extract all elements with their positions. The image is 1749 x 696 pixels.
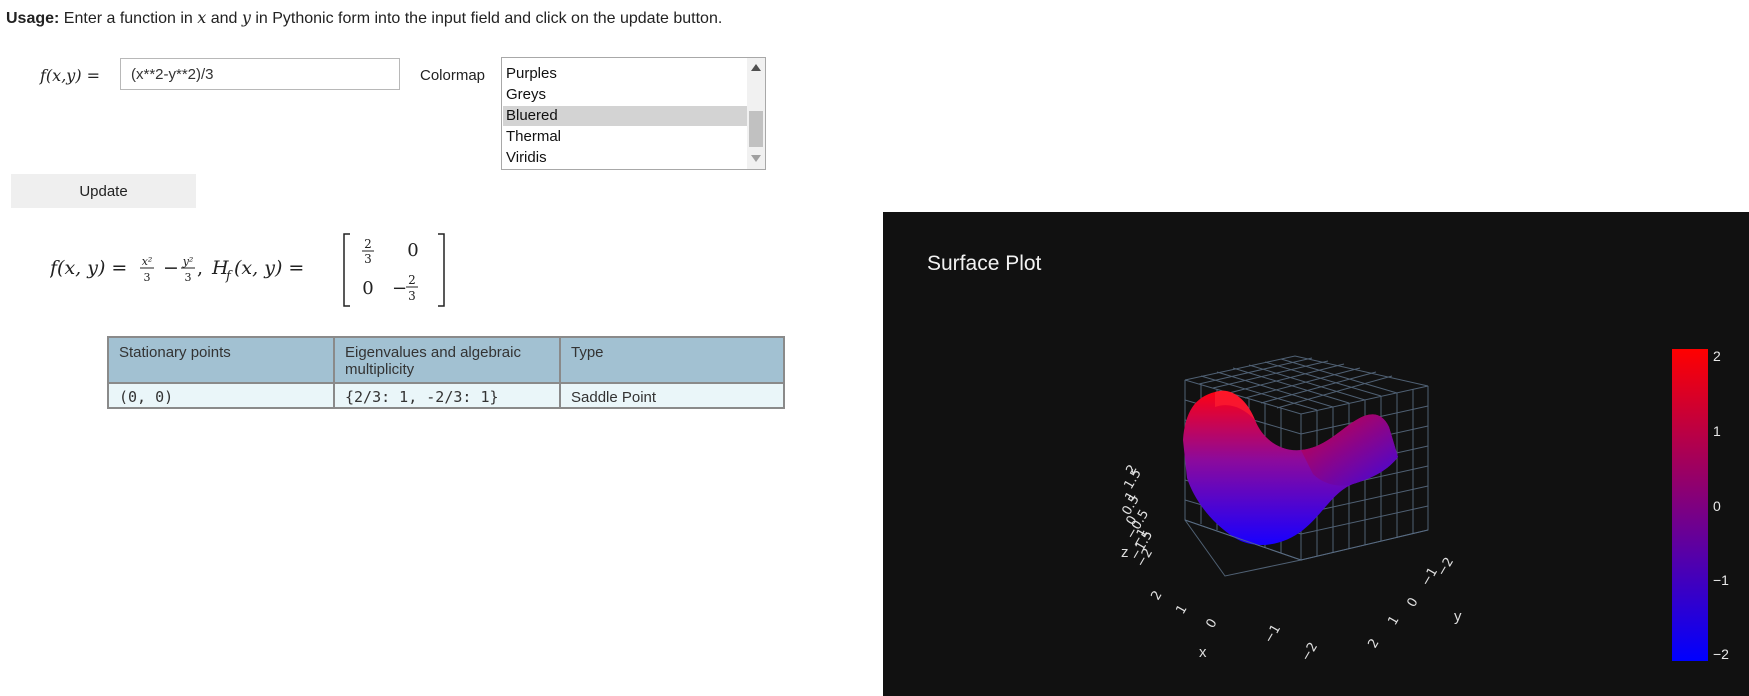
formula-y2: y² bbox=[182, 255, 194, 268]
colormap-listbox[interactable]: Purples Greys Bluered Thermal Viridis bbox=[501, 57, 766, 170]
x-tick-1: 1 bbox=[1173, 602, 1190, 617]
usage-var-x: x bbox=[197, 8, 207, 27]
table-header-row: Stationary points Eigenvalues and algebr… bbox=[107, 336, 785, 384]
x-tick-neg2: −2 bbox=[1298, 640, 1321, 664]
stationary-points-table: Stationary points Eigenvalues and algebr… bbox=[107, 336, 785, 409]
formula-comma: , bbox=[197, 257, 203, 279]
colormap-option-purples[interactable]: Purples bbox=[503, 64, 747, 84]
matrix-22-num: 2 bbox=[408, 273, 416, 287]
colorbar-tick-1: 1 bbox=[1713, 423, 1721, 439]
colorbar-tick-neg2: −2 bbox=[1713, 646, 1729, 662]
matrix-11-num: 2 bbox=[364, 237, 372, 251]
matrix-21: 0 bbox=[362, 278, 373, 299]
colormap-scrollbar[interactable] bbox=[747, 58, 765, 169]
x-tick-2: 2 bbox=[1148, 588, 1165, 603]
function-input-label: f(x,y) = bbox=[40, 66, 101, 85]
formula-hessian-args: (x, y) = bbox=[234, 257, 304, 279]
colorbar-tick-neg1: −1 bbox=[1713, 572, 1729, 588]
y-tick-2: 2 bbox=[1365, 636, 1382, 651]
scroll-up-arrow-icon[interactable] bbox=[751, 64, 761, 71]
colormap-option-greys[interactable]: Greys bbox=[503, 85, 747, 105]
update-button[interactable]: Update bbox=[11, 174, 196, 208]
usage-text-3: in Pythonic form into the input field an… bbox=[250, 10, 723, 27]
colormap-option-thermal[interactable]: Thermal bbox=[503, 127, 747, 147]
table-cell-point: (0, 0) bbox=[107, 382, 335, 409]
formula-minus-1: − bbox=[163, 257, 179, 279]
function-input[interactable] bbox=[120, 58, 400, 90]
formula-y2-den: 3 bbox=[185, 271, 192, 284]
table-row: (0, 0) {2/3: 1, -2/3: 1} Saddle Point bbox=[107, 382, 785, 409]
scrollbar-thumb[interactable] bbox=[749, 111, 763, 147]
colorbar-tick-0: 0 bbox=[1713, 498, 1721, 514]
matrix-left-bracket bbox=[343, 233, 350, 307]
surface-plot[interactable]: Surface Plot 2 1.5 1 0.5 0 −0.5 −1 −1.5 … bbox=[883, 212, 1749, 696]
formula-x2: x² bbox=[142, 255, 153, 268]
y-axis-label: y bbox=[1454, 608, 1462, 625]
derived-formula: f(x, y) = x² 3 − y² 3 , H f (x, y) = 2 3… bbox=[50, 233, 445, 307]
colormap-option-bluered[interactable]: Bluered bbox=[503, 106, 747, 126]
surface-3d-scene[interactable]: 2 1.5 1 0.5 0 −0.5 −1 −1.5 −2 2 1 0 −1 −… bbox=[883, 212, 1749, 696]
y-tick-0: 0 bbox=[1404, 595, 1421, 610]
x-tick-neg1: −1 bbox=[1261, 622, 1284, 646]
formula-lhs: f(x, y) = bbox=[50, 257, 127, 279]
colorbar-tick-2: 2 bbox=[1713, 348, 1721, 364]
colormap-label: Colormap bbox=[420, 67, 486, 84]
matrix-right-bracket bbox=[438, 233, 445, 307]
colorbar bbox=[1672, 349, 1708, 661]
usage-var-y: y bbox=[241, 8, 251, 27]
usage-text-1: Enter a function in bbox=[59, 10, 198, 27]
table-cell-eigenvalues: {2/3: 1, -2/3: 1} bbox=[333, 382, 561, 409]
x-tick-0: 0 bbox=[1203, 616, 1220, 631]
x-axis-label: x bbox=[1199, 644, 1207, 661]
table-header-eigenvalues: Eigenvalues and algebraic multiplicity bbox=[333, 336, 561, 384]
scroll-down-arrow-icon[interactable] bbox=[751, 155, 761, 162]
matrix-11-den: 3 bbox=[364, 252, 372, 266]
table-cell-type: Saddle Point bbox=[559, 382, 785, 409]
matrix-12: 0 bbox=[407, 240, 418, 261]
formula-x2-den: 3 bbox=[144, 271, 151, 284]
formula-hessian-sub: f bbox=[225, 269, 233, 284]
table-header-type: Type bbox=[559, 336, 785, 384]
usage-instructions: Usage: Enter a function in x and y in Py… bbox=[6, 8, 722, 28]
table-header-stationary-points: Stationary points bbox=[107, 336, 335, 384]
z-axis-label: z bbox=[1121, 544, 1129, 561]
usage-text-2: and bbox=[206, 10, 242, 27]
floor-grid bbox=[1184, 519, 1429, 577]
surface-mesh bbox=[1183, 390, 1398, 545]
usage-label: Usage: bbox=[6, 10, 60, 27]
colormap-option-viridis[interactable]: Viridis bbox=[503, 148, 747, 168]
matrix-22-den: 3 bbox=[408, 289, 416, 303]
matrix-22-sign: − bbox=[392, 278, 407, 299]
y-tick-1: 1 bbox=[1385, 613, 1402, 628]
